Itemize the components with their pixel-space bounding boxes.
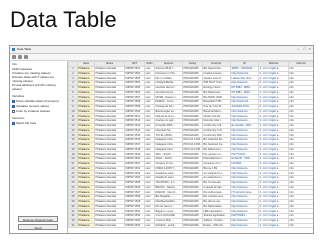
table-cell: info [288, 222, 313, 229]
minimize-button[interactable]: – [296, 47, 301, 51]
data-grid[interactable]: class Status SRT WHO Sources Listing Descript.… [68, 61, 313, 233]
row-number: 34 [68, 222, 78, 229]
window-titlebar[interactable]: Data Table – □ × [10, 46, 313, 54]
checkbox-label: Color by instance classes [16, 109, 51, 113]
table-body: 1 Phalaena Phalaena fasciata IMP0071501 next… [68, 65, 313, 229]
select-full-rows-option[interactable]: Select full rows [12, 122, 36, 125]
color-by-class-option[interactable]: Color by instance classes [12, 110, 50, 113]
checkbox-icon[interactable] [12, 122, 15, 125]
checkbox-icon[interactable] [12, 110, 15, 113]
save-icon[interactable] [18, 55, 22, 59]
data-table: class Status SRT WHO Sources Listing Descript.… [68, 61, 313, 229]
table-cell: Phalaena [77, 222, 95, 229]
send-button[interactable]: Send [18, 224, 58, 230]
checkbox-label: Show variable labels (if present) [16, 99, 59, 103]
show-labels-option[interactable]: Show variable labels (if present) [12, 100, 59, 103]
checkbox-label: Visualize numeric values [16, 104, 49, 108]
data-table-window: Data Table – □ × Info 2436 instances 3 f… [9, 45, 314, 234]
file-icon[interactable] [12, 55, 16, 59]
info-heading: Info [12, 62, 18, 66]
table-cell: Phalaena fasciata [94, 222, 125, 229]
table-cell: Redus - INFLUC... [202, 222, 231, 229]
checkbox-label: Select full rows [16, 121, 37, 125]
table-cell: IMP0071534 [124, 222, 145, 229]
slide-title: Data Table [10, 7, 117, 32]
checkbox-icon[interactable] [12, 100, 15, 103]
restore-order-button[interactable]: Restore Original Order [18, 216, 58, 222]
app-icon [12, 48, 15, 51]
checkbox-icon[interactable] [12, 105, 15, 108]
table-cell: http://www.ins... [230, 222, 259, 229]
table-cell: PROGRAMS [182, 222, 203, 229]
close-button[interactable]: × [307, 47, 312, 51]
info-line: values) [12, 87, 22, 91]
table-cell: 3 - Art / Cogito a... [258, 222, 289, 229]
table-cell: SLR&AF - pundi... [154, 222, 183, 229]
table-row[interactable]: 34 Phalaena Phalaena fasciata IMP0071534 nex… [68, 222, 313, 229]
selection-heading: Selection [12, 116, 25, 120]
report-icon[interactable] [24, 55, 28, 59]
table-cell: next [144, 222, 155, 229]
visualize-values-option[interactable]: Visualize numeric values [12, 105, 49, 108]
control-panel: Info 2436 instances 3 feature (no missin… [10, 61, 68, 233]
variables-heading: Variables [12, 94, 25, 98]
window-title: Data Table [17, 47, 32, 51]
toolbar [10, 54, 313, 61]
